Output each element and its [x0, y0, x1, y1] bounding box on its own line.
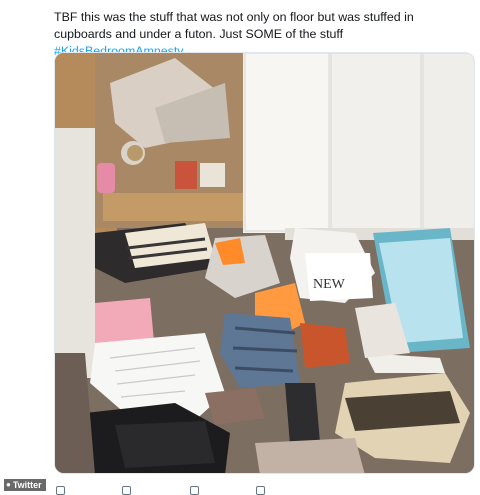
tweet-photo[interactable]: NEW [54, 52, 475, 474]
bedroom-mess-photo: NEW [55, 53, 474, 473]
credit-label: Twitter [12, 480, 42, 490]
camera-icon: ● [6, 480, 11, 489]
twitter-credit-badge: ● Twitter [4, 479, 46, 491]
tweet-body: TBF this was the stuff that was not only… [54, 10, 414, 41]
svg-text:NEW: NEW [313, 277, 346, 292]
